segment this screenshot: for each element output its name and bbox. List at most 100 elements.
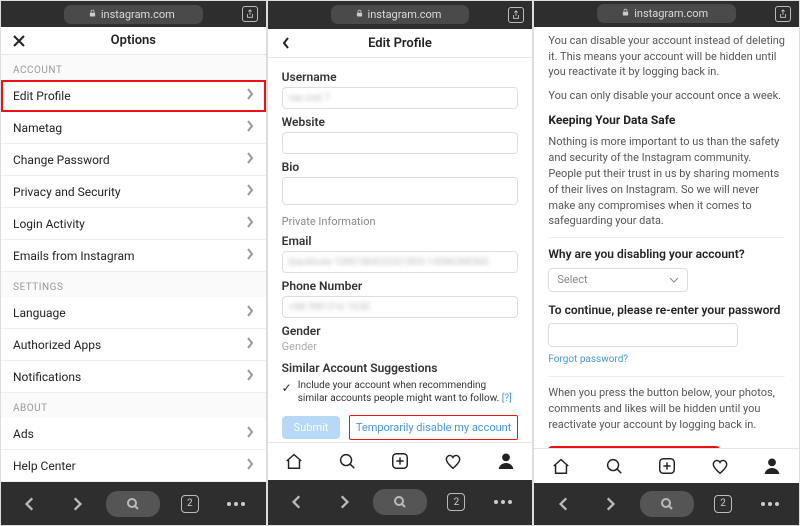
- label-bio: Bio: [282, 160, 519, 174]
- forgot-password-link[interactable]: Forgot password?: [548, 353, 628, 368]
- lock-icon: [621, 7, 630, 20]
- row-edit-profile[interactable]: Edit Profile: [1, 80, 266, 112]
- row-authorized-apps[interactable]: Authorized Apps: [1, 329, 266, 361]
- chevron-right-icon: [246, 426, 254, 441]
- browser-urlbar: instagram.com: [534, 1, 799, 27]
- more-icon[interactable]: [753, 491, 787, 517]
- input-phone[interactable]: +88 990 016 1638: [282, 296, 519, 318]
- submit-button[interactable]: Submit: [282, 416, 341, 439]
- row-ads[interactable]: Ads: [1, 418, 266, 450]
- search-icon[interactable]: [373, 489, 427, 515]
- row-login-activity[interactable]: Login Activity: [1, 208, 266, 240]
- intro-p1: You can disable your account instead of …: [548, 33, 785, 81]
- forward-icon[interactable]: [327, 489, 361, 515]
- forward-icon[interactable]: [593, 491, 627, 517]
- url-text: instagram.com: [368, 8, 442, 21]
- url-pill[interactable]: instagram.com: [64, 5, 203, 24]
- browser-urlbar: instagram.com: [1, 1, 266, 27]
- label-gender: Gender: [282, 324, 519, 338]
- tabs-icon[interactable]: 2: [439, 489, 473, 515]
- back-icon[interactable]: [280, 489, 314, 515]
- temp-disable-link[interactable]: Temporarily disable my account: [349, 415, 519, 440]
- page-title: Options: [111, 33, 156, 48]
- row-help-center[interactable]: Help Center: [1, 450, 266, 482]
- chevron-right-icon: [246, 248, 254, 263]
- keep-title: Keeping Your Data Safe: [548, 112, 785, 129]
- similar-help-link[interactable]: [?]: [502, 393, 512, 404]
- page-title: Edit Profile: [368, 36, 432, 51]
- search-icon[interactable]: [336, 450, 358, 472]
- share-icon[interactable]: [508, 7, 524, 23]
- chevron-right-icon: [246, 88, 254, 103]
- checkbox-similar[interactable]: ✓: [282, 381, 292, 395]
- divider: [548, 237, 785, 238]
- add-post-icon[interactable]: [389, 450, 411, 472]
- url-pill[interactable]: instagram.com: [597, 4, 736, 23]
- input-email[interactable]: blackhole-1000186833351895-14986388360: [282, 251, 519, 273]
- panel-disable-account: instagram.com You can disable your accou…: [533, 0, 800, 526]
- gender-placeholder[interactable]: Gender: [282, 340, 519, 353]
- press-text: When you press the button below, your ph…: [548, 385, 785, 433]
- chevron-right-icon: [246, 120, 254, 135]
- lock-icon: [355, 8, 364, 21]
- section-settings: SETTINGS: [1, 272, 266, 297]
- row-nametag[interactable]: Nametag: [1, 112, 266, 144]
- activity-icon[interactable]: [442, 450, 464, 472]
- more-icon[interactable]: [219, 491, 253, 517]
- share-icon[interactable]: [775, 6, 791, 22]
- share-icon[interactable]: [242, 6, 258, 22]
- input-bio[interactable]: [282, 177, 519, 205]
- search-icon[interactable]: [603, 455, 625, 477]
- options-header: Options: [1, 27, 266, 55]
- keep-body: Nothing is more important to us than the…: [548, 134, 785, 230]
- intro-p2: You can only disable your account once a…: [548, 88, 785, 104]
- back-icon[interactable]: [547, 491, 581, 517]
- password-input[interactable]: [548, 323, 738, 347]
- more-icon[interactable]: [486, 489, 520, 515]
- url-pill[interactable]: instagram.com: [331, 5, 470, 24]
- chevron-right-icon: [246, 369, 254, 384]
- lock-icon: [88, 8, 97, 21]
- url-text: instagram.com: [634, 7, 708, 20]
- options-list: ACCOUNT Edit Profile Nametag Change Pass…: [1, 55, 266, 482]
- label-phone: Phone Number: [282, 279, 519, 293]
- activity-icon[interactable]: [709, 455, 731, 477]
- edit-profile-header: Edit Profile: [268, 29, 533, 59]
- back-icon[interactable]: [276, 33, 296, 53]
- chevron-right-icon: [246, 305, 254, 320]
- row-emails[interactable]: Emails from Instagram: [1, 240, 266, 272]
- add-post-icon[interactable]: [656, 455, 678, 477]
- browser-dock: 2: [534, 483, 799, 525]
- row-notifications[interactable]: Notifications: [1, 361, 266, 393]
- app-tabbar: [534, 448, 799, 483]
- browser-dock: 2: [1, 482, 266, 525]
- forward-icon[interactable]: [60, 491, 94, 517]
- search-icon[interactable]: [640, 491, 694, 517]
- row-change-password[interactable]: Change Password: [1, 144, 266, 176]
- browser-dock: 2: [268, 480, 533, 525]
- disable-content: You can disable your account instead of …: [534, 27, 799, 449]
- panel-edit-profile: instagram.com Edit Profile Username rae.…: [267, 0, 534, 526]
- browser-urlbar: instagram.com: [268, 1, 533, 29]
- row-language[interactable]: Language: [1, 297, 266, 329]
- reason-select[interactable]: Select: [548, 268, 688, 292]
- home-icon[interactable]: [283, 450, 305, 472]
- section-about: ABOUT: [1, 393, 266, 418]
- chevron-right-icon: [246, 184, 254, 199]
- similar-desc: Include your account when recommending s…: [298, 379, 519, 405]
- home-icon[interactable]: [550, 455, 572, 477]
- close-icon[interactable]: [9, 31, 29, 51]
- tabs-icon[interactable]: 2: [173, 491, 207, 517]
- label-username: Username: [282, 70, 519, 84]
- profile-icon[interactable]: [495, 450, 517, 472]
- back-icon[interactable]: [13, 491, 47, 517]
- input-website[interactable]: [282, 132, 519, 154]
- search-icon[interactable]: [106, 491, 160, 517]
- input-username[interactable]: rae.mel.7: [282, 87, 519, 109]
- tabs-icon[interactable]: 2: [706, 491, 740, 517]
- row-privacy[interactable]: Privacy and Security: [1, 176, 266, 208]
- pw-label: To continue, please re-enter your passwo…: [548, 302, 785, 319]
- why-label: Why are you disabling your account?: [548, 246, 785, 263]
- profile-icon[interactable]: [761, 455, 783, 477]
- url-text: instagram.com: [101, 8, 175, 21]
